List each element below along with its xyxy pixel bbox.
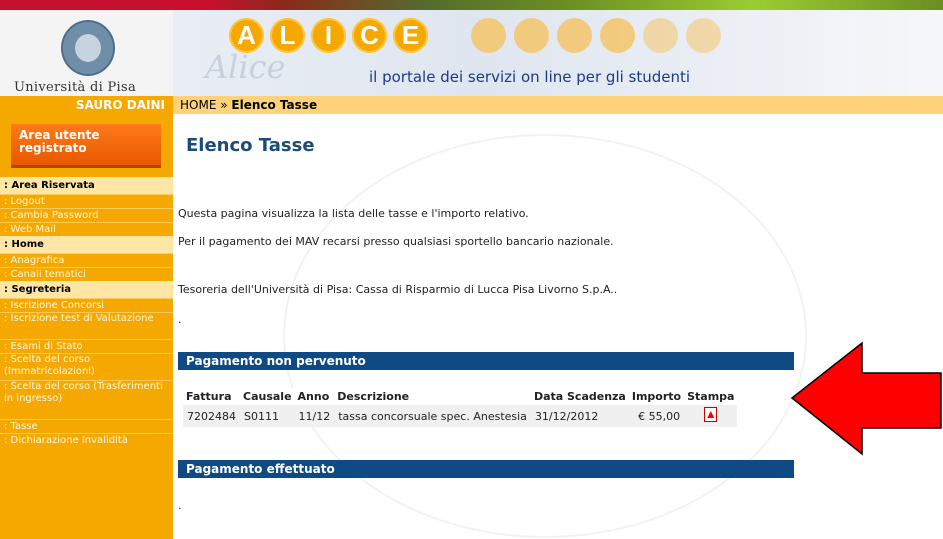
- sidebar-item-immatricolazioni[interactable]: : Scelta del corso (Immatricolazioni): [0, 353, 173, 380]
- alice-letter: I: [311, 18, 346, 53]
- alice-letter: C: [352, 18, 387, 53]
- sidebar-item-anagrafica[interactable]: : Anagrafica: [0, 253, 173, 267]
- university-seal-icon: [61, 20, 115, 76]
- dot-text: .: [178, 499, 182, 512]
- user-name-bar: SAURO DAINI: [0, 96, 173, 114]
- sidebar-item-tasse[interactable]: : Tasse: [0, 419, 173, 433]
- alice-letter: E: [393, 18, 428, 53]
- column-header: Importo: [628, 388, 685, 405]
- pdf-icon[interactable]: [704, 407, 718, 422]
- sidebar-section-segreteria: : Segreteria: [0, 281, 173, 298]
- student-faces: [471, 18, 729, 53]
- column-header: Stampa: [684, 388, 738, 405]
- fattura-cell: 7202484: [183, 405, 240, 427]
- paid-payments-header: Pagamento effettuato: [178, 460, 794, 478]
- portal-tagline: il portale dei servizi on line per gli s…: [369, 68, 691, 86]
- alice-letters: A L I C E: [229, 18, 434, 53]
- alice-letter: L: [270, 18, 305, 53]
- student-face-icon: [514, 18, 549, 53]
- table-header-row: Fattura Causale Anno Descrizione Data Sc…: [183, 388, 738, 405]
- taxes-table: Fattura Causale Anno Descrizione Data Sc…: [183, 388, 738, 427]
- column-header: Fattura: [183, 388, 240, 405]
- breadcrumb-separator: »: [216, 98, 232, 112]
- breadcrumb-current: Elenco Tasse: [231, 98, 318, 112]
- pending-payments-header: Pagamento non pervenuto: [178, 352, 794, 370]
- column-header: Data Scadenza: [530, 388, 629, 405]
- mav-note-text: Per il pagamento dei MAV recarsi presso …: [178, 235, 614, 248]
- area-utente-button[interactable]: Area utente registrato: [11, 124, 161, 168]
- tesoreria-text: Tesoreria dell'Università di Pisa: Cassa…: [178, 283, 618, 296]
- student-face-icon: [686, 18, 721, 53]
- importo-cell: € 55,00: [628, 405, 685, 427]
- student-face-icon: [471, 18, 506, 53]
- alice-letter: A: [229, 18, 264, 53]
- student-face-icon: [557, 18, 592, 53]
- column-header: Anno: [294, 388, 335, 405]
- descrizione-cell: tassa concorsuale spec. Anestesia: [334, 405, 531, 427]
- sidebar-item-iscrizione-concorsi[interactable]: : Iscrizione Concorsi: [0, 298, 173, 312]
- column-header: Descrizione: [334, 388, 531, 405]
- university-logo[interactable]: Università di Pisa: [0, 10, 173, 96]
- sidebar-nav: : Area Riservata : Logout : Cambia Passw…: [0, 177, 173, 447]
- sidebar-item-canali-tematici[interactable]: : Canali tematici: [0, 267, 173, 281]
- red-arrow-icon: [790, 341, 942, 456]
- sidebar-item-esami-di-stato[interactable]: : Esami di Stato: [0, 339, 173, 353]
- breadcrumb-home-link[interactable]: HOME: [180, 98, 216, 112]
- intro-text: Questa pagina visualizza la lista delle …: [178, 207, 529, 220]
- header: Università di Pisa Alice A L I C E il po…: [0, 10, 943, 96]
- sidebar-item-web-mail[interactable]: : Web Mail: [0, 222, 173, 236]
- page-title: Elenco Tasse: [186, 135, 315, 156]
- dot-text: .: [178, 313, 182, 326]
- column-header: Causale: [240, 388, 295, 405]
- student-face-icon: [643, 18, 678, 53]
- sidebar-item-logout[interactable]: : Logout: [0, 194, 173, 208]
- sidebar-item-iscrizione-test[interactable]: : Iscrizione test di Valutazione: [0, 312, 173, 339]
- stampa-cell: [684, 405, 738, 427]
- sidebar-item-cambia-password[interactable]: : Cambia Password: [0, 208, 173, 222]
- scadenza-cell: 31/12/2012: [530, 405, 629, 427]
- top-color-stripe: [0, 0, 943, 10]
- sidebar-section-area-riservata: : Area Riservata: [0, 177, 173, 194]
- causale-cell: S0111: [240, 405, 295, 427]
- sidebar: Area utente registrato : Area Riservata …: [0, 114, 173, 539]
- alice-script-logo: Alice: [205, 48, 286, 86]
- sidebar-item-dichiarazione-invalidita[interactable]: : Dichiarazione Invalidità: [0, 433, 173, 447]
- alice-banner: Alice A L I C E il portale dei servizi o…: [173, 10, 943, 96]
- sidebar-item-trasferimenti[interactable]: : Scelta del corso (Trasferimenti in ing…: [0, 380, 173, 419]
- table-row: 7202484 S0111 11/12 tassa concorsuale sp…: [183, 405, 738, 427]
- building-icon: [600, 18, 635, 53]
- sidebar-section-home: : Home: [0, 236, 173, 253]
- anno-cell: 11/12: [294, 405, 335, 427]
- breadcrumb: HOME » Elenco Tasse: [173, 96, 943, 114]
- university-name: Università di Pisa: [14, 80, 137, 95]
